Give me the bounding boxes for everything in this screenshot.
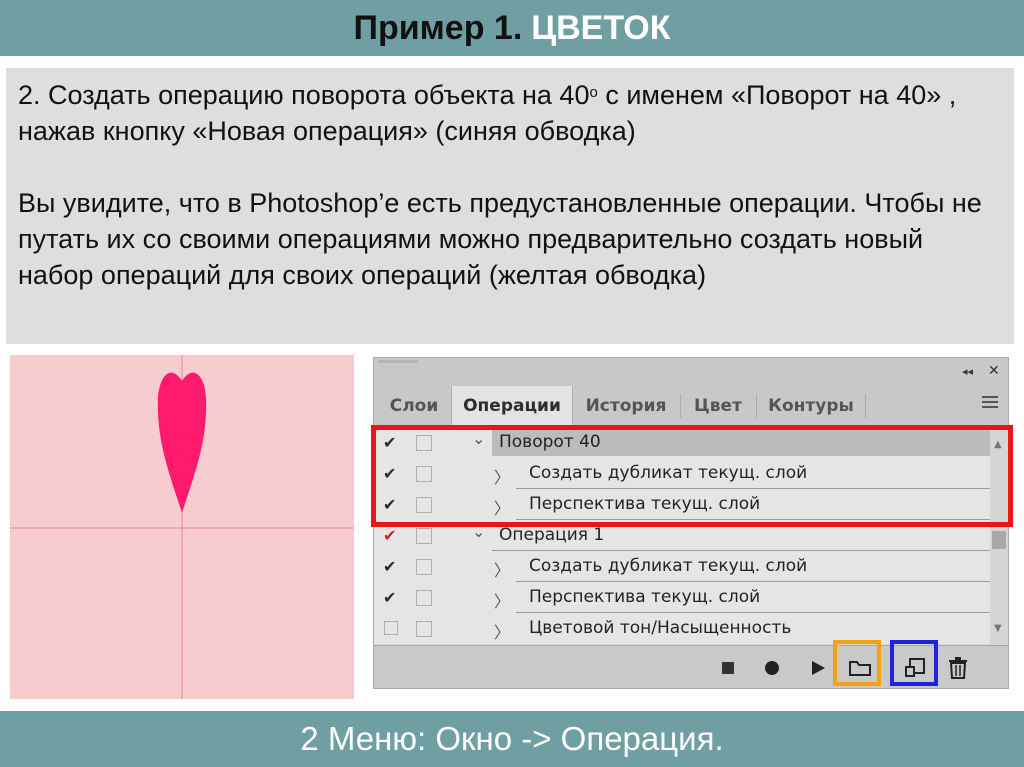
action-label[interactable]: Перспектива текущ. слой: [529, 587, 760, 607]
collapse-icon[interactable]: ◂◂: [962, 365, 973, 378]
instruction-box: 2. Создать операцию поворота объекта на …: [6, 68, 1014, 344]
action-label[interactable]: Цветовой тон/Насыщенность: [529, 618, 791, 638]
action-step-row[interactable]: ✔ 〉 Создать дубликат текущ. слой: [374, 551, 990, 582]
tab-separator: [756, 394, 757, 418]
tab-separator: [680, 394, 681, 418]
delete-button[interactable]: [944, 646, 972, 688]
tab-color[interactable]: Цвет: [682, 386, 754, 426]
action-step-row[interactable]: ✔ 〉 Перспектива текущ. слой: [374, 582, 990, 613]
scroll-down-icon[interactable]: ▼: [994, 623, 1002, 634]
record-button[interactable]: [758, 646, 786, 688]
action-label[interactable]: Создать дубликат текущ. слой: [529, 556, 807, 576]
heart-petal: [157, 372, 207, 513]
tab-history[interactable]: История: [574, 386, 678, 426]
check-icon[interactable]: ✔: [383, 526, 396, 545]
red-outline-highlight: [371, 425, 1013, 527]
panel-menu-icon[interactable]: [982, 396, 998, 410]
record-icon: [765, 661, 779, 675]
tab-separator: [865, 394, 866, 418]
slide-footer: 2 Меню: Окно -> Операция.: [0, 711, 1024, 767]
dialog-toggle[interactable]: [416, 528, 432, 544]
panel-tabs: Слои Операции История Цвет Контуры: [374, 386, 1008, 427]
play-button[interactable]: [804, 646, 832, 688]
degree-mark: о: [589, 84, 598, 101]
blue-outline-highlight: [890, 640, 938, 686]
tab-actions[interactable]: Операции: [451, 386, 573, 427]
expand-right-icon[interactable]: 〉: [494, 588, 510, 612]
instruction-text-1a: 2. Создать операцию поворота объекта на …: [18, 80, 590, 110]
check-icon[interactable]: ✔: [383, 588, 396, 607]
tab-paths[interactable]: Контуры: [758, 386, 864, 426]
document-canvas: [10, 355, 354, 699]
orange-outline-highlight: [833, 640, 881, 686]
panel-header: ◂◂ ✕: [374, 358, 1008, 386]
stop-button[interactable]: [714, 646, 742, 688]
dialog-toggle[interactable]: [416, 559, 432, 575]
panel-grip[interactable]: [378, 360, 418, 363]
footer-text: 2 Меню: Окно -> Операция.: [300, 720, 724, 757]
expand-right-icon[interactable]: 〉: [494, 619, 510, 643]
instruction-paragraph-2: Вы увидите, что в Photoshop’е есть преду…: [18, 188, 982, 290]
expand-right-icon[interactable]: 〉: [494, 557, 510, 581]
trash-icon: [949, 657, 967, 679]
stop-icon: [722, 662, 734, 674]
action-label[interactable]: Операция 1: [499, 525, 604, 545]
title-highlight: ЦВЕТОК: [531, 8, 671, 47]
petal-drawing: [10, 355, 354, 699]
scroll-thumb[interactable]: [992, 531, 1006, 549]
play-icon: [812, 661, 825, 675]
dialog-toggle[interactable]: [416, 621, 432, 637]
dialog-toggle[interactable]: [416, 590, 432, 606]
instruction-paragraph-1: 2. Создать операцию поворота объекта на …: [18, 77, 1004, 149]
slide-title: Пример 1. ЦВЕТОК: [0, 0, 1024, 56]
close-icon[interactable]: ✕: [988, 363, 1000, 379]
tab-layers[interactable]: Слои: [378, 386, 450, 426]
title-prefix: Пример 1.: [353, 8, 523, 47]
unchecked-box[interactable]: [384, 621, 398, 635]
check-icon[interactable]: ✔: [383, 557, 396, 576]
